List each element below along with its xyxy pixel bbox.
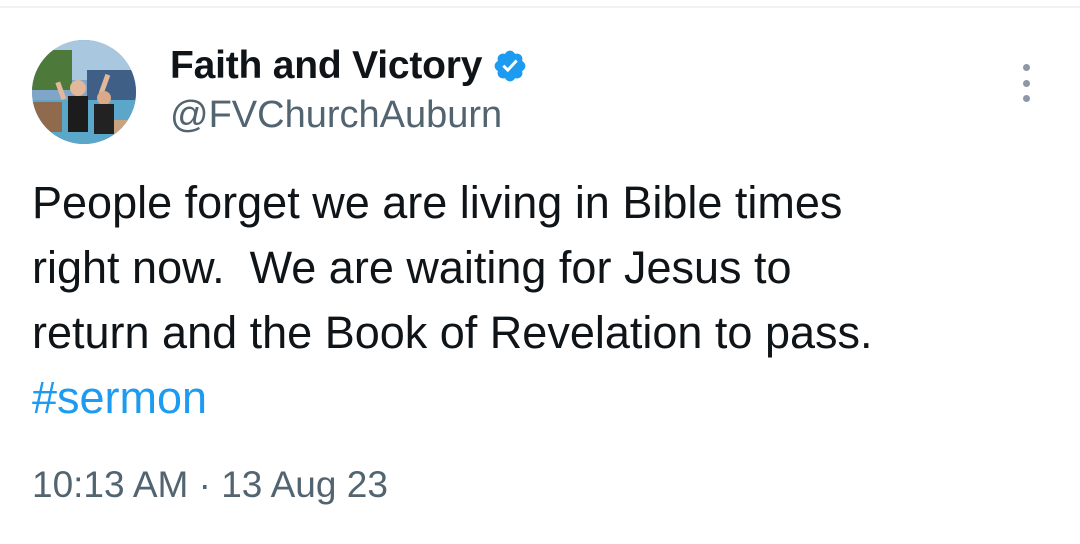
more-dot <box>1022 95 1030 102</box>
tweet-text-line: right now. We are waiting for Jesus to <box>32 242 792 293</box>
display-name[interactable]: Faith and Victory <box>170 44 482 88</box>
more-dot <box>1022 64 1030 71</box>
avatar[interactable] <box>32 40 136 144</box>
more-dot <box>1022 79 1030 87</box>
hashtag-link[interactable]: #sermon <box>32 365 1052 430</box>
timestamp[interactable]: 10:13 AM · 13 Aug 23 <box>32 464 388 506</box>
verified-badge-icon <box>492 48 528 84</box>
tweet-text: People forget we are living in Bible tim… <box>32 170 1052 430</box>
tweet-time: 10:13 AM <box>32 464 189 505</box>
display-name-row: Faith and Victory <box>170 42 528 90</box>
tweet-text-line: return and the Book of Revelation to pas… <box>32 307 873 358</box>
tweet-card[interactable]: Faith and Victory @FVChurchAuburn People… <box>0 0 1080 544</box>
author-handle[interactable]: @FVChurchAuburn <box>170 94 528 137</box>
author-names: Faith and Victory @FVChurchAuburn <box>170 42 528 137</box>
timestamp-separator: · <box>198 464 211 505</box>
tweet-text-line: People forget we are living in Bible tim… <box>32 177 843 228</box>
tweet-date: 13 Aug 23 <box>221 464 388 505</box>
more-vertical-icon[interactable] <box>1006 60 1046 106</box>
top-divider <box>0 0 1080 8</box>
